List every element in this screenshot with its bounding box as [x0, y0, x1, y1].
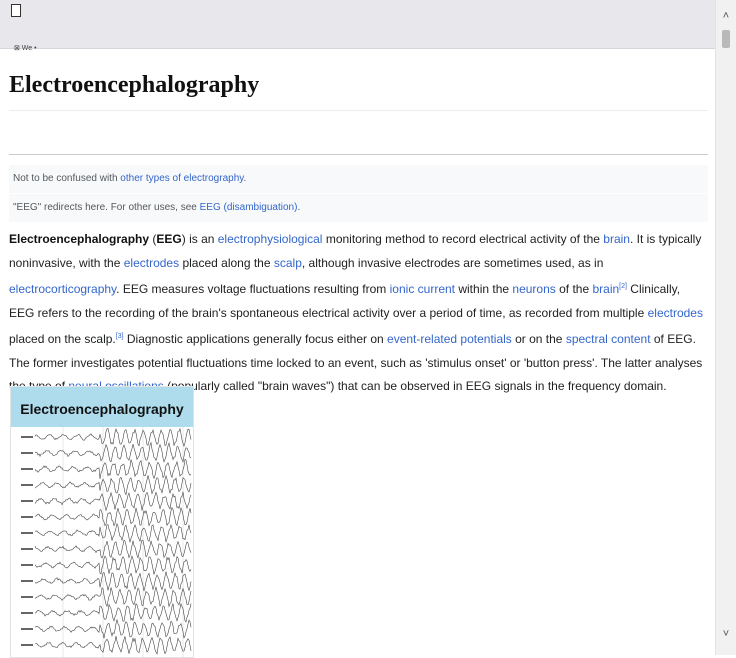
eeg-channel-label — [21, 452, 33, 454]
eeg-channel-trace — [34, 458, 192, 480]
lead-text: within the — [455, 282, 513, 296]
lead-text: of the — [555, 282, 593, 296]
eeg-channel-trace — [34, 427, 192, 448]
eeg-channel-label — [21, 468, 33, 470]
hatnote-confusion: Not to be confused with other types of e… — [9, 165, 708, 193]
lead-term: Electroencephalography — [9, 232, 150, 246]
eeg-channel-trace — [34, 522, 192, 543]
eeg-channel-trace — [34, 555, 192, 575]
title-divider — [9, 110, 708, 111]
lead-text: placed along the — [179, 255, 274, 270]
lead-abbr: EEG — [156, 232, 182, 246]
lead-text: ) is an — [181, 232, 218, 246]
vertical-scrollbar[interactable]: ˄ ˅ — [715, 0, 736, 655]
lead-text: or on the — [511, 332, 566, 346]
eeg-channel-trace — [34, 586, 192, 608]
reference-3[interactable]: [3] — [116, 333, 124, 340]
eeg-channel-trace — [34, 474, 192, 496]
eeg-channel-label — [21, 564, 33, 566]
eeg-channel-label — [21, 500, 33, 502]
link-brain[interactable]: brain — [603, 232, 630, 246]
hatnote-text: . — [297, 202, 301, 213]
hatnote-text: Not to be confused with — [13, 173, 121, 184]
eeg-channel-label — [21, 436, 33, 438]
eeg-channel-label — [21, 580, 33, 582]
link-brain-2[interactable]: brain — [592, 282, 619, 296]
eeg-channel-label — [21, 644, 33, 646]
eeg-channel-label — [21, 548, 33, 550]
hatnote-text: . — [243, 173, 247, 184]
hatnote-link-electrography[interactable]: other types of electrography — [120, 173, 243, 184]
eeg-channel-label — [21, 516, 33, 518]
link-event-related-potentials[interactable]: event-related potentials — [387, 332, 512, 346]
eeg-channel-trace — [34, 636, 192, 656]
eeg-channel-label — [21, 484, 33, 486]
link-spectral-content[interactable]: spectral content — [566, 332, 651, 346]
lead-text: Diagnostic applications generally focus … — [123, 332, 388, 346]
link-neurons[interactable]: neurons — [512, 282, 555, 296]
window-control-icon[interactable] — [11, 4, 21, 17]
eeg-channel-trace — [34, 506, 192, 527]
lead-text: placed on the scalp. — [9, 332, 116, 346]
reference-2[interactable]: [2] — [619, 283, 627, 290]
lead-text: , although invasive electrodes are somet… — [301, 255, 604, 270]
section-divider — [9, 154, 708, 155]
eeg-channel-trace — [34, 441, 192, 463]
eeg-channel-trace — [34, 571, 192, 592]
browser-topbar: ⊠ We • — [0, 0, 716, 52]
hatnote-text: "EEG" redirects here. For other uses, se… — [13, 202, 200, 213]
eeg-channel-label — [21, 596, 33, 598]
article-content: Electroencephalography Not to be confuse… — [9, 50, 708, 658]
scroll-up-icon[interactable]: ˄ — [720, 10, 732, 22]
link-electrodes-2[interactable]: electrodes — [648, 306, 703, 320]
lead-text: monitoring method to record electrical a… — [322, 232, 604, 246]
eeg-channel-label — [21, 628, 33, 630]
link-electrophysiological[interactable]: electrophysiological — [218, 232, 323, 246]
infobox-title: Electroencephalography — [11, 387, 193, 427]
link-ionic-current[interactable]: ionic current — [390, 282, 455, 296]
lead-paragraph: Electroencephalography (EEG) is an elect… — [9, 228, 708, 399]
eeg-channel-trace — [34, 539, 192, 559]
scroll-thumb[interactable] — [722, 30, 730, 48]
link-electrodes[interactable]: electrodes — [124, 256, 179, 270]
lead-text: . EEG measures voltage fluctuations resu… — [116, 282, 390, 296]
page-title: Electroencephalography — [9, 72, 260, 98]
scroll-down-icon[interactable]: ˅ — [720, 628, 732, 640]
eeg-channel-trace — [34, 602, 192, 623]
lead-text: (popularly called "brain waves") that ca… — [163, 379, 667, 393]
infobox: Electroencephalography — [10, 386, 194, 658]
hatnote-redirect: "EEG" redirects here. For other uses, se… — [9, 194, 708, 222]
eeg-channel-label — [21, 532, 33, 534]
eeg-channel-label — [21, 612, 33, 614]
hatnote-link-disambiguation[interactable]: EEG (disambiguation) — [200, 202, 298, 213]
eeg-channel-trace — [34, 619, 192, 639]
link-electrocorticography[interactable]: electrocorticography — [9, 282, 116, 296]
link-scalp[interactable]: scalp — [274, 256, 302, 270]
eeg-channel-trace — [34, 491, 192, 512]
eeg-trace-image[interactable] — [11, 427, 193, 657]
